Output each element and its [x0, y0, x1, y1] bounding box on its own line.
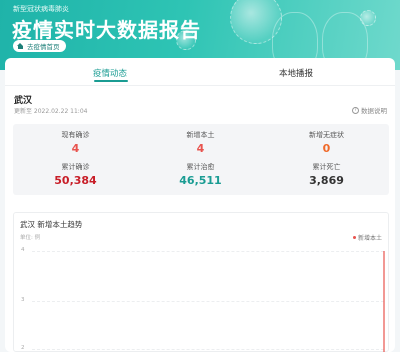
home-icon: [17, 42, 24, 50]
main-card: 疫情动态 本地播报 武汉 更新至 2022.02.22 11:04 ? 数据说明…: [5, 58, 395, 352]
stat-label: 现有确诊: [61, 131, 90, 139]
stat-label: 新增无症状: [309, 131, 344, 139]
stat-total-deaths: 累计死亡 3,869: [264, 162, 389, 187]
update-time: 更新至 2022.02.22 11:04: [14, 108, 88, 115]
stat-value: 3,869: [309, 174, 344, 187]
stat-label: 累计治愈: [186, 163, 215, 171]
stat-label: 累计死亡: [312, 163, 341, 171]
stat-current-confirmed: 现有确诊 4: [13, 130, 138, 155]
question-icon: ?: [352, 106, 359, 114]
header-subtitle: 新型冠状病毒肺炎: [13, 5, 69, 13]
data-explanation-label: 数据说明: [361, 107, 387, 115]
tab-epidemic-updates[interactable]: 疫情动态: [93, 67, 127, 79]
page-title: 疫情实时大数据报告: [12, 18, 201, 42]
stat-label: 新增本土: [186, 131, 215, 139]
tab-bar: 疫情动态 本地播报: [5, 58, 395, 86]
stat-total-confirmed: 累计确诊 50,384: [13, 162, 138, 187]
active-tab-indicator: [94, 80, 128, 82]
city-name: 武汉: [14, 96, 33, 106]
stat-label: 累计确诊: [61, 163, 90, 171]
stat-value: 50,384: [54, 174, 97, 187]
trend-chart-card: 武汉 新增本土趋势 单位: 例 新增本土 4 3 2: [13, 212, 389, 352]
tab-local-broadcast[interactable]: 本地播报: [279, 67, 313, 79]
stat-total-recovered: 累计治愈 46,511: [138, 162, 263, 187]
data-explanation-link[interactable]: ? 数据说明: [352, 105, 387, 115]
stat-value: 46,511: [179, 174, 222, 187]
stat-value: 4: [71, 142, 80, 155]
stat-new-local: 新增本土 4: [138, 130, 263, 155]
home-button[interactable]: 去疫情首页: [13, 40, 66, 52]
trend-plot: [383, 251, 385, 352]
stat-new-asymptomatic: 新增无症状 0: [264, 130, 389, 155]
stats-panel: 现有确诊 4 新增本土 4 新增无症状 0 累计确诊 50,384 累计治愈 4…: [13, 124, 389, 195]
stat-value: 4: [196, 142, 205, 155]
home-button-label: 去疫情首页: [27, 43, 60, 51]
stat-value: 0: [322, 142, 331, 155]
